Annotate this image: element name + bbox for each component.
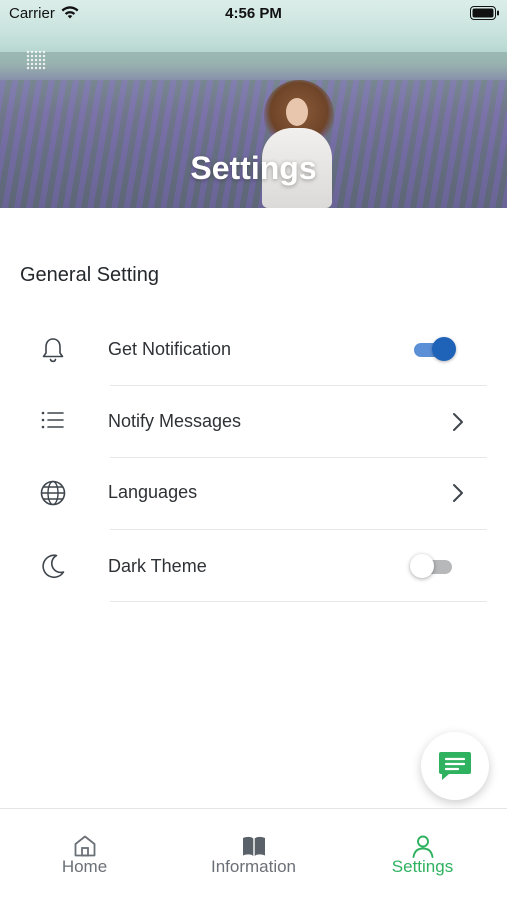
dark-theme-toggle[interactable]	[410, 552, 456, 580]
tab-label: Settings	[391, 857, 454, 876]
tab-information[interactable]: Information	[169, 809, 338, 900]
book-icon	[243, 836, 265, 856]
chevron-right-icon[interactable]	[450, 412, 466, 432]
setting-row-notification[interactable]: Get Notification	[0, 314, 507, 386]
toggle-knob	[432, 337, 456, 361]
setting-row-languages[interactable]: Languages	[0, 458, 507, 530]
tab-settings[interactable]: Settings	[338, 809, 507, 900]
section-title: General Setting	[20, 264, 159, 286]
setting-row-dark-theme[interactable]: Dark Theme	[0, 530, 507, 602]
setting-label: Notify Messages	[108, 411, 242, 431]
banner-hills	[0, 52, 507, 82]
tab-bar: Home Information Settings	[0, 808, 507, 900]
setting-label: Get Notification	[108, 339, 232, 359]
dot-pattern-icon	[26, 50, 46, 70]
globe-icon	[40, 480, 66, 506]
setting-row-notify-messages[interactable]: Notify Messages	[0, 386, 507, 458]
status-bar: Carrier 4:56 PM	[0, 0, 507, 28]
battery-icon	[470, 6, 499, 20]
banner-person-face	[286, 98, 308, 126]
moon-icon	[42, 554, 65, 579]
setting-label: Dark Theme	[108, 556, 207, 576]
header-banner: Settings	[0, 0, 507, 208]
page-title: Settings	[190, 150, 317, 186]
chat-button[interactable]	[421, 732, 489, 800]
list-icon	[41, 411, 64, 429]
notification-toggle[interactable]	[412, 335, 458, 363]
banner-lavender-field	[0, 80, 507, 208]
chevron-right-icon[interactable]	[450, 483, 466, 503]
home-icon	[74, 835, 96, 857]
toggle-knob	[410, 554, 434, 578]
chat-icon	[439, 752, 471, 780]
setting-label: Languages	[108, 482, 198, 502]
tab-label: Home	[61, 857, 108, 876]
tab-home[interactable]: Home	[0, 809, 169, 900]
clock: 4:56 PM	[225, 5, 282, 22]
divider	[110, 601, 487, 602]
tab-label: Information	[210, 857, 297, 876]
bell-icon	[42, 338, 64, 363]
person-icon	[412, 835, 434, 858]
